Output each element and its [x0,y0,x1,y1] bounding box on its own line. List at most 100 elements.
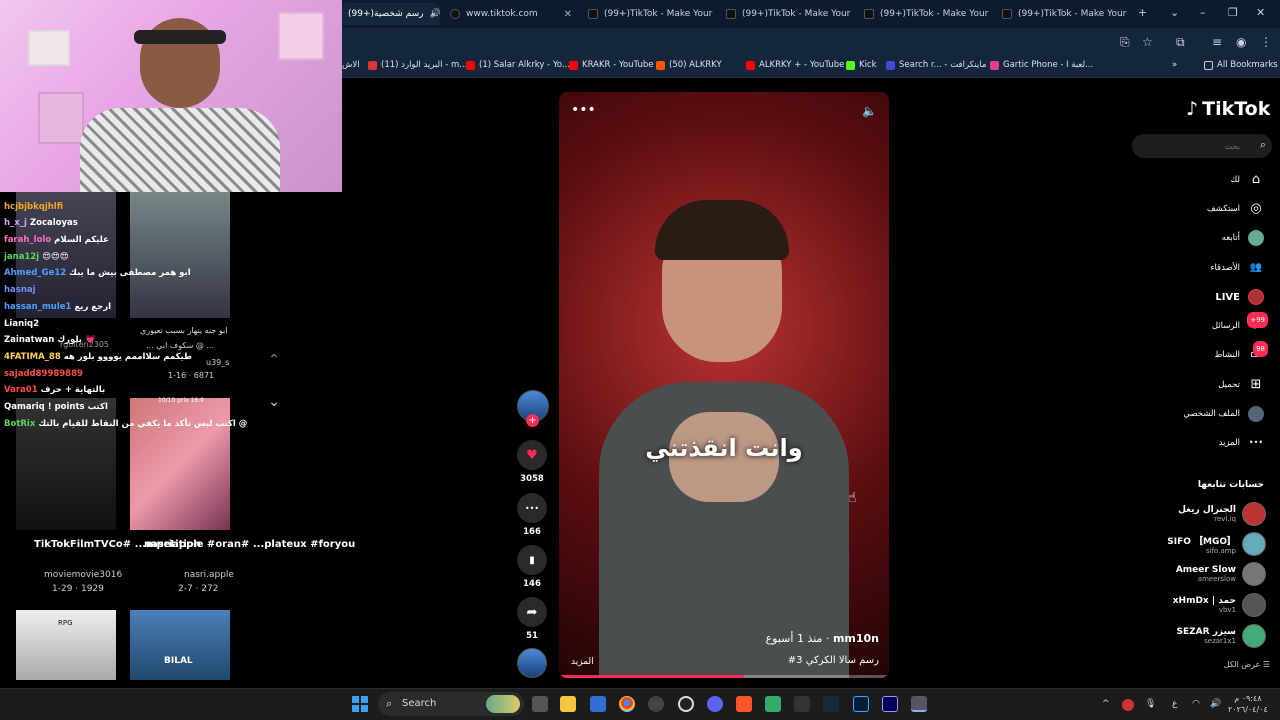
bookmark-item[interactable]: ALKRKY + - YouTube [746,60,844,70]
browser-tab[interactable]: (99+)TikTok - Make Your ✕ [996,3,1130,25]
minimize-button[interactable]: – [1200,6,1206,19]
tiktok-logo[interactable]: ♪ TikTok [1186,98,1270,120]
extensions-icon[interactable]: ⧉ [1176,35,1185,50]
search-icon[interactable]: ⌕ [1260,138,1266,152]
discord-icon[interactable] [707,696,723,712]
followed-account[interactable]: xHmDx | حمد vbv1 [1173,593,1266,617]
restore-button[interactable]: ❐ [1228,6,1238,19]
new-tab-button[interactable]: + [1138,6,1147,19]
steam-icon[interactable] [823,696,839,712]
taskbar-search[interactable]: ⌕ Search [378,692,524,716]
bookmark-item[interactable]: Gartic Phone - لعبة ا... [990,60,1093,70]
bookmark-item[interactable]: (1) Salar Alkrky - Yo... [466,60,570,70]
tab-close-icon[interactable]: ✕ [564,9,572,20]
nav-following[interactable]: أتابعه [1222,230,1264,246]
next-video-button[interactable]: ⌄ [262,394,286,418]
taskbar-clock[interactable]: ٠٩:٤٨ م ٢٠٢٦/٠٤/٠٤ [1228,693,1268,715]
see-all-link[interactable]: عرض الكل ☰ [1224,660,1270,669]
video-caption[interactable]: nasriapple #oran# ...plateux #foryou [144,539,355,550]
tab-search-icon[interactable]: ⌄ [1170,6,1179,19]
follow-plus-icon[interactable]: + [526,414,539,427]
app-icon[interactable] [765,696,781,712]
search-input[interactable] [1140,138,1240,154]
bookmark-item[interactable]: KRAKR - YouTube [569,60,653,70]
browser-tab[interactable]: (99+)TikTok - Make Your ✕ [582,3,716,25]
nav-more[interactable]: المزيد ••• [1219,435,1264,451]
nav-for-you[interactable]: لك ⌂ [1230,172,1264,188]
following-section-title: حسابات تتابعها [1197,480,1264,490]
browser-tab[interactable]: (99+)TikTok - Make Your ✕ [858,3,992,25]
chrome-icon[interactable] [619,696,635,712]
task-view-icon[interactable] [532,696,548,712]
bookmark-item[interactable]: Search r... - ماينكرافت [886,60,986,70]
comment-button[interactable]: ••• 166 [517,493,547,537]
avatar [1242,593,1266,617]
windows-start-icon[interactable] [352,696,368,712]
video-stats: 2-7 · 272 [178,584,219,594]
creator-avatar-button[interactable]: + [517,390,549,427]
previous-video-button[interactable]: ⌃ [262,352,286,376]
nav-upload[interactable]: تحميل ⊞ [1218,377,1264,393]
microphone-icon[interactable]: 🎙 [1145,699,1156,709]
bookmark-item[interactable]: البريد الوارد (11) - m... [368,60,467,70]
install-app-icon[interactable]: ⎘ [1120,35,1130,50]
window-app-icon[interactable] [911,696,927,712]
more-options-icon[interactable]: ••• [571,102,596,118]
brave-icon[interactable] [736,696,752,712]
nav-activity[interactable]: النشاط ▭98 [1214,341,1268,363]
capcut-icon[interactable] [794,696,810,712]
account-name: SEZAR سيزر [1176,627,1237,637]
nav-friends[interactable]: الأصدقاء 👥 [1210,260,1264,276]
followed-account[interactable]: الجنرال ريغل revl.iq [1178,502,1266,526]
bookmark-item[interactable]: الاش [342,60,360,70]
all-bookmarks-button[interactable]: All Bookmarks [1204,60,1278,70]
obs-icon[interactable] [678,696,694,712]
more-button[interactable]: المزيد [571,657,594,667]
tiktok-icon [726,9,736,19]
nav-explore[interactable]: استكشف ◎ [1207,201,1264,217]
media-controls-icon[interactable]: ≡ [1212,35,1222,49]
tray-overflow-icon[interactable]: ^ [1102,699,1110,709]
kebab-menu-icon[interactable]: ⋮ [1260,35,1272,49]
profile-avatar-icon[interactable]: ◉ [1236,35,1246,49]
sound-avatar-button[interactable] [517,648,547,678]
video-thumbnail[interactable] [130,398,230,530]
video-thumbnail[interactable] [16,398,116,530]
share-button[interactable]: ➦ 51 [517,597,547,641]
save-button[interactable]: ▮ 146 [517,545,547,589]
followed-account[interactable]: SEZAR سيزر sezar1x1 [1176,624,1266,648]
browser-tab-active[interactable]: (99+)رسم شخصية 🔊 ✕ [342,3,440,25]
close-window-button[interactable]: ✕ [1256,6,1265,19]
video-author[interactable]: moviemovie3016 [44,570,122,580]
photoshop-icon[interactable] [853,696,869,712]
video-player[interactable]: وانت انقذتني ••• 🔈 منذ 1 أسبوع · mm10n #… [559,92,889,678]
bookmark-item[interactable]: (50) ALKRKY [656,60,722,70]
video-thumbnail[interactable] [130,192,230,318]
nav-profile[interactable]: الملف الشخصي [1183,406,1264,422]
volume-icon[interactable]: 🔊 [1210,699,1221,709]
video-author-line[interactable]: منذ 1 أسبوع · mm10n [766,632,879,645]
video-thumbnail[interactable] [130,610,230,680]
bookmark-star-icon[interactable]: ☆ [1142,35,1153,49]
bookmark-item[interactable]: Kick [846,60,877,70]
followed-account[interactable]: Ameer Slow ameerslow [1176,562,1266,586]
volume-icon[interactable]: 🔈 [862,104,877,118]
video-author[interactable]: nasri.apple [184,570,234,580]
recording-app-icon[interactable] [648,696,664,712]
language-indicator[interactable]: ع [1172,699,1177,709]
like-button[interactable]: ♥ 3058 [517,440,547,484]
nav-live[interactable]: LIVE [1215,289,1264,305]
youtube-icon [569,60,578,70]
file-explorer-icon[interactable] [560,696,576,712]
premiere-icon[interactable] [882,696,898,712]
store-icon[interactable] [590,696,606,712]
browser-tab[interactable]: (99+)TikTok - Make Your ✕ [720,3,854,25]
antivirus-tray-icon[interactable] [1122,699,1134,711]
browser-tab[interactable]: www.tiktok.com ✕ [444,3,578,25]
more-bookmarks-button[interactable]: » [1172,60,1177,70]
video-progress-bar[interactable] [559,675,889,678]
wifi-icon[interactable]: ◠ [1192,699,1200,709]
nav-messages[interactable]: الرسائل ✈+99 [1212,312,1268,334]
followed-account[interactable]: SIFO 〚MGO〛 sifo.amp [1167,532,1266,556]
site-icon [886,60,895,70]
